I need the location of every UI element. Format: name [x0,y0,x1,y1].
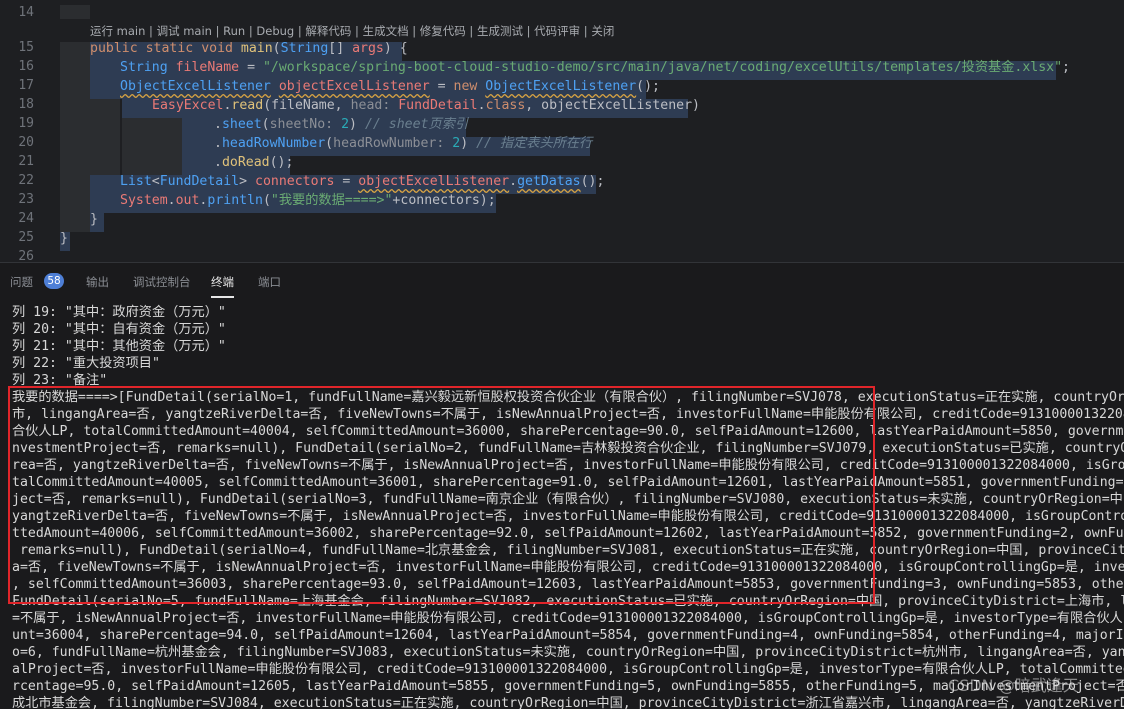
indent-guide [122,118,182,175]
code-token: sheetNo: [269,117,334,132]
line-number: 19 [18,116,34,131]
code-token: "/workspace/spring-boot-cloud-studio-dem… [262,60,1063,75]
code-token: println [207,193,263,208]
code-line-20: .headRowNumber(headRowNumber: 2) // 指定表头… [214,136,593,151]
code-token: String [120,60,168,75]
code-line-17: ObjectExcelListener objectExcelListener … [120,79,660,94]
code-token: EasyExcel [152,98,224,113]
watermark: CSDN @暗武逢天 [948,676,1079,695]
code-line-18: EasyExcel.read(fileName, head: FundDetai… [152,98,700,113]
line-number: 20 [18,135,34,150]
code-token: objectExcelListener [358,174,510,189]
tab-ports[interactable]: 端口 [258,274,281,290]
line-number: 26 [18,249,34,262]
code-token: connectors [255,174,335,189]
code-token: ObjectExcelListener [120,79,271,94]
code-token: fileName [175,60,240,75]
indent-guide [60,42,90,61]
line-number: 17 [18,78,34,93]
line-number: 14 [18,5,34,20]
code-token: main [240,41,273,56]
line-number: 15 [18,40,34,55]
code-line-24: } [90,212,98,227]
tab-problems[interactable]: 问题 [10,274,33,290]
code-token: head: [350,98,391,113]
code-token: List [120,174,152,189]
line-number: 21 [18,154,34,169]
panel-tab-bar: 问题 58 输出 调试控制台 终端 端口 [0,263,1124,298]
code-comment: // sheet页索引 [364,117,469,132]
problems-count-badge: 58 [44,273,64,289]
highlight-annotation-box [8,386,875,604]
code-token: doRead [221,155,270,170]
code-line-16: String fileName = "/workspace/spring-boo… [120,60,1070,75]
code-token: fileName [271,98,335,113]
code-line-25: } [60,231,68,246]
code-line-19: .sheet(sheetNo: 2) // sheet页索引 [214,117,469,132]
code-token: 2 [341,117,350,132]
terminal-line: 成北市基金会, filingNumber=SVJ084, executionSt… [12,696,1124,709]
code-token: System [120,193,168,208]
code-line-23: System.out.println("我要的数据====>"+connecto… [120,193,496,208]
code-line-15: public static void main(String[] args) { [90,41,408,56]
terminal-line: 列 22: "重大投资项目" [12,356,160,371]
terminal-line: o=6, fundFullName=杭州基金会, filingNumber=SV… [12,645,1124,660]
terminal-line: unt=36004, sharePercentage=94.0, selfPai… [12,628,1124,643]
line-number-gutter: 14 15 16 17 18 19 20 21 22 23 24 25 26 [0,0,44,262]
code-line-21: .doRead(); [214,155,294,170]
code-token: public [90,41,138,56]
terminal-line: =不属于, isNewAnnualProject=否, investorFull… [12,611,1124,626]
code-token: 2 [452,136,461,151]
indent-guide [90,99,120,175]
code-token: String [280,41,329,56]
line-number: 18 [18,97,34,112]
code-token: sheet [221,117,262,132]
code-token: new [453,79,478,94]
code-token: FundDetail [159,174,240,189]
terminal-line: 列 20: "其中：自有资金（万元）" [12,322,226,337]
indent-guide [60,61,90,232]
line-number: 16 [18,59,34,74]
code-token: objectExcelListener [278,79,430,94]
terminal-line: 列 21: "其中：其他资金（万元）" [12,339,226,354]
line-number: 24 [18,211,34,226]
tab-debug-console[interactable]: 调试控制台 [133,274,191,290]
code-line-22: List<FundDetail> connectors = objectExce… [120,174,605,189]
line-number: 25 [18,230,34,245]
code-token: objectExcelListener [541,98,693,113]
code-token: static [145,41,194,56]
line-number: 23 [18,192,34,207]
code-token: headRowNumber: [333,136,445,151]
code-token: FundDetail [398,98,478,113]
code-token: headRowNumber [221,136,326,151]
code-comment: // 指定表头所在行 [476,136,593,151]
code-token: void [201,41,233,56]
tab-terminal[interactable]: 终端 [211,274,234,298]
code-token: connectors [400,193,480,208]
line-number: 22 [18,173,34,188]
code-token: ObjectExcelListener [485,79,637,94]
tab-output[interactable]: 输出 [86,274,109,290]
code-token: out [175,193,200,208]
code-token: read [231,98,264,113]
codelens-actions[interactable]: 运行 main | 调试 main | Run | Debug | 解释代码 |… [90,23,614,39]
code-token: args [352,41,384,56]
terminal-line: 列 19: "其中：政府资金（万元）" [12,305,226,320]
code-token: getDatas [517,174,581,189]
code-token: class [485,98,526,113]
indent-guide [60,5,90,19]
code-editor[interactable]: 14 15 16 17 18 19 20 21 22 23 24 25 26 运… [0,0,1124,262]
code-token: "我要的数据====>" [270,193,393,208]
